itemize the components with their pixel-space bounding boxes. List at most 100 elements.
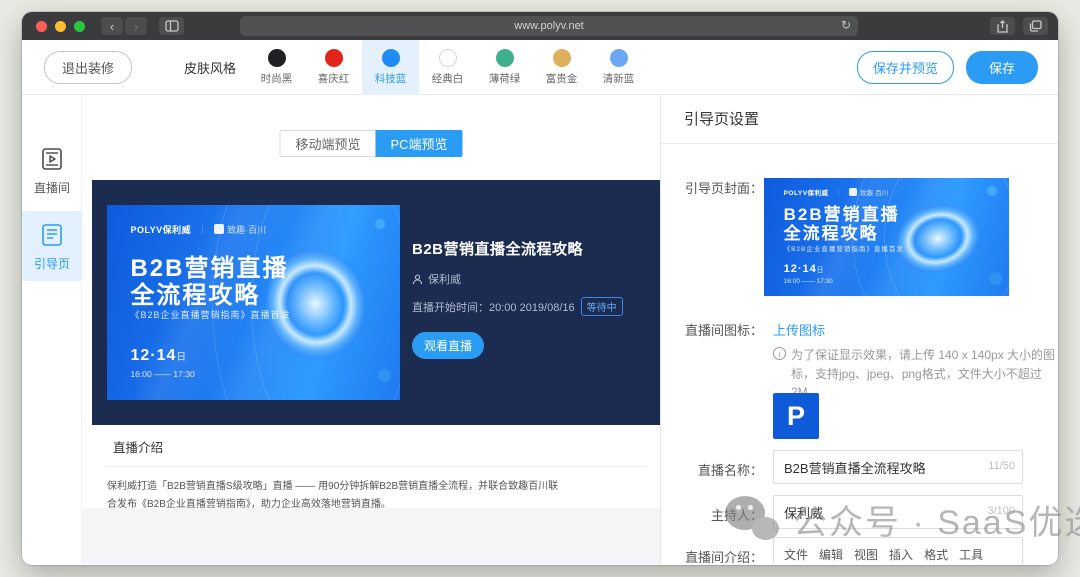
- room-icon-label: 直播间图标：: [661, 320, 763, 339]
- swatch-label: 薄荷绿: [489, 71, 521, 86]
- swatch-label: 喜庆红: [318, 71, 350, 86]
- live-title: B2B营销直播全流程攻略: [412, 238, 647, 259]
- preview-mode-tabs: 移动端预览 PC端预览: [279, 130, 462, 157]
- swatch-fresh-blue[interactable]: 清新蓝: [590, 40, 647, 95]
- preview-main: 移动端预览 PC端预览: [82, 95, 660, 564]
- save-and-preview-button[interactable]: 保存并预览: [857, 51, 954, 84]
- editor-menu-table[interactable]: 表格: [784, 563, 808, 564]
- divider: [661, 143, 1058, 144]
- exit-decoration-button[interactable]: 退出装修: [44, 51, 132, 84]
- skin-style-label: 皮肤风格: [184, 58, 236, 77]
- pc-preview-canvas: POLYV保利威 ｜ 致趣·百川 B2B营销直播 全流程攻略 《B2B企业直播营…: [92, 180, 660, 425]
- swatch-tech-blue[interactable]: 科技蓝: [362, 40, 419, 95]
- url-text: www.polyv.net: [514, 20, 584, 32]
- sidebar-toggle-icon: [165, 20, 179, 32]
- editor-menu-format[interactable]: 格式: [924, 546, 948, 563]
- watermark: 公众号 · SaaS优选: [725, 494, 1080, 544]
- upload-tip-text: 为了保证显示效果，请上传 140 x 140px 大小的图标，支持jpg、jpe…: [791, 346, 1058, 402]
- swatch-color-dot: [496, 49, 514, 67]
- live-start-time-row: 直播开始时间：20:00 2019/08/16 等待中: [412, 297, 647, 316]
- live-host-row: 保利威: [412, 271, 647, 287]
- browser-forward-button[interactable]: ›: [125, 17, 147, 35]
- poster-time: 16:00 —— 17:30: [130, 369, 194, 379]
- settings-title: 引导页设置: [661, 95, 1058, 129]
- guide-page-icon: [38, 221, 66, 249]
- room-icon-preview: P: [773, 393, 819, 439]
- swatch-fashion-black[interactable]: 时尚黑: [248, 40, 305, 95]
- watermark-text: 公众号 · SaaS优选: [793, 495, 1080, 544]
- partner-logo: 致趣·百川: [860, 187, 888, 197]
- sidebar-item-label: 直播间: [34, 179, 70, 196]
- person-icon: [412, 274, 423, 285]
- skin-toolbar: 退出装修 皮肤风格 时尚黑 喜庆红 科技蓝 经典白: [22, 40, 1058, 95]
- live-intro-text: 保利威打造「B2B营销直播S级攻略」直播 —— 用90分钟拆解B2B营销直播全流…: [107, 478, 567, 513]
- swatch-color-dot: [382, 49, 400, 67]
- editor-menu-view[interactable]: 视图: [854, 546, 878, 563]
- live-host-name: 保利威: [428, 271, 461, 287]
- cover-label: 引导页封面：: [661, 178, 763, 197]
- char-counter: 11/50: [988, 460, 1015, 472]
- tab-mobile-preview[interactable]: 移动端预览: [279, 130, 375, 157]
- partner-logo: 致趣·百川: [227, 223, 266, 236]
- live-intro-card: 直播介绍 保利威打造「B2B营销直播S级攻略」直播 —— 用90分钟拆解B2B营…: [92, 425, 660, 508]
- left-sidebar: 直播间 引导页: [22, 95, 82, 564]
- swatch-classic-white[interactable]: 经典白: [419, 40, 476, 95]
- share-icon: [997, 20, 1008, 33]
- swatch-color-dot: [325, 49, 343, 67]
- sidebar-item-guide-page[interactable]: 引导页: [22, 211, 82, 281]
- sidebar-toggle-button[interactable]: [159, 17, 184, 35]
- editor-menu-file[interactable]: 文件: [784, 546, 808, 563]
- editor-menu-bar: 文件 编辑 视图 插入 格式 工具 表格: [784, 546, 1022, 564]
- poster-title-line2: 全流程攻略: [130, 275, 260, 310]
- swatch-color-dot: [268, 49, 286, 67]
- swatch-color-dot: [439, 49, 457, 67]
- swatch-rich-gold[interactable]: 富贵金: [533, 40, 590, 95]
- swatch-color-dot: [610, 49, 628, 67]
- save-button[interactable]: 保存: [966, 51, 1038, 84]
- live-cover-poster: POLYV保利威 ｜ 致趣·百川 B2B营销直播 全流程攻略 《B2B企业直播营…: [107, 205, 400, 400]
- swatch-festive-red[interactable]: 喜庆红: [305, 40, 362, 95]
- live-info-panel: B2B营销直播全流程攻略 保利威 直播开始时间：20:00 2019/08/16…: [412, 238, 647, 359]
- upload-icon-link[interactable]: 上传图标: [773, 320, 825, 339]
- editor-menu-insert[interactable]: 插入: [889, 546, 913, 563]
- sidebar-item-live-room[interactable]: 直播间: [22, 135, 82, 205]
- swatch-label: 清新蓝: [603, 71, 635, 86]
- live-start-time: 直播开始时间：20:00 2019/08/16: [412, 299, 575, 315]
- swatch-label: 科技蓝: [375, 71, 407, 86]
- share-button[interactable]: [990, 17, 1015, 35]
- live-intro-heading: 直播介绍: [92, 425, 660, 456]
- polyv-logo: POLYV保利威: [784, 187, 829, 197]
- editor-menu-tools[interactable]: 工具: [959, 546, 983, 563]
- browser-window: ‹ › www.polyv.net ↻: [22, 12, 1058, 565]
- browser-back-button[interactable]: ‹: [101, 17, 123, 35]
- live-name-input[interactable]: [773, 450, 1023, 484]
- guide-cover-thumbnail[interactable]: POLYV保利威 ｜ 致趣·百川 B2B营销直播 全流程攻略 《B2B企业直播营…: [764, 178, 1009, 296]
- live-name-label: 直播名称：: [661, 460, 763, 479]
- tab-pc-preview[interactable]: PC端预览: [375, 130, 462, 157]
- info-icon: i: [773, 347, 786, 360]
- tab-overview-button[interactable]: [1023, 17, 1048, 35]
- swatch-mint-green[interactable]: 薄荷绿: [476, 40, 533, 95]
- skin-swatch-group: 时尚黑 喜庆红 科技蓝 经典白 薄荷绿: [248, 40, 647, 95]
- editor-menu-edit[interactable]: 编辑: [819, 546, 843, 563]
- zoom-window-button[interactable]: [74, 21, 85, 32]
- poster-decor-dot: [375, 219, 385, 229]
- reload-icon[interactable]: ↻: [841, 18, 851, 32]
- swatch-label: 经典白: [432, 71, 464, 86]
- tab-overview-icon: [1029, 20, 1042, 32]
- status-badge: 等待中: [581, 297, 623, 316]
- address-bar[interactable]: www.polyv.net ↻: [240, 16, 858, 36]
- titlebar-right-buttons: [990, 17, 1048, 35]
- partner-logo-mark: [214, 224, 224, 234]
- partner-logo-mark: [849, 188, 857, 196]
- wechat-icon: [725, 494, 781, 544]
- minimize-window-button[interactable]: [55, 21, 66, 32]
- swatch-color-dot: [553, 49, 571, 67]
- watch-live-button[interactable]: 观看直播: [412, 332, 484, 359]
- main-bottom-strip: [82, 508, 660, 564]
- browser-titlebar: ‹ › www.polyv.net ↻: [22, 12, 1058, 40]
- close-window-button[interactable]: [36, 21, 47, 32]
- live-name-field: 11/50: [773, 450, 1023, 484]
- divider: [107, 466, 645, 467]
- live-room-icon: [38, 145, 66, 173]
